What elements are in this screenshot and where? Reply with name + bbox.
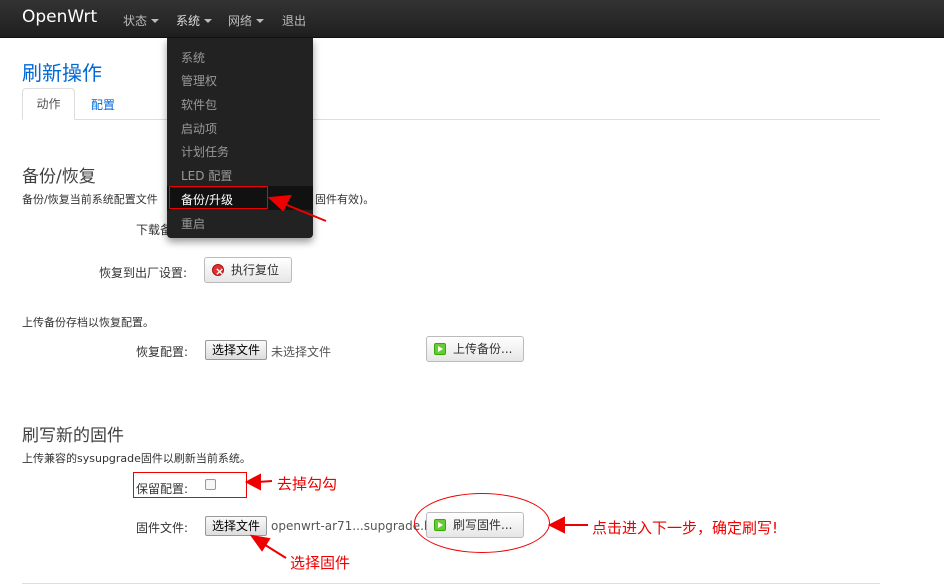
arrow-head-flash-button [547, 516, 565, 534]
arrow-head-checkbox [244, 473, 261, 491]
arrow-head-backup-menu [267, 194, 292, 212]
arrow-head-choose-file [249, 534, 271, 552]
annotation-arrows [244, 194, 588, 559]
arrow-to-backup-menu [281, 202, 327, 222]
